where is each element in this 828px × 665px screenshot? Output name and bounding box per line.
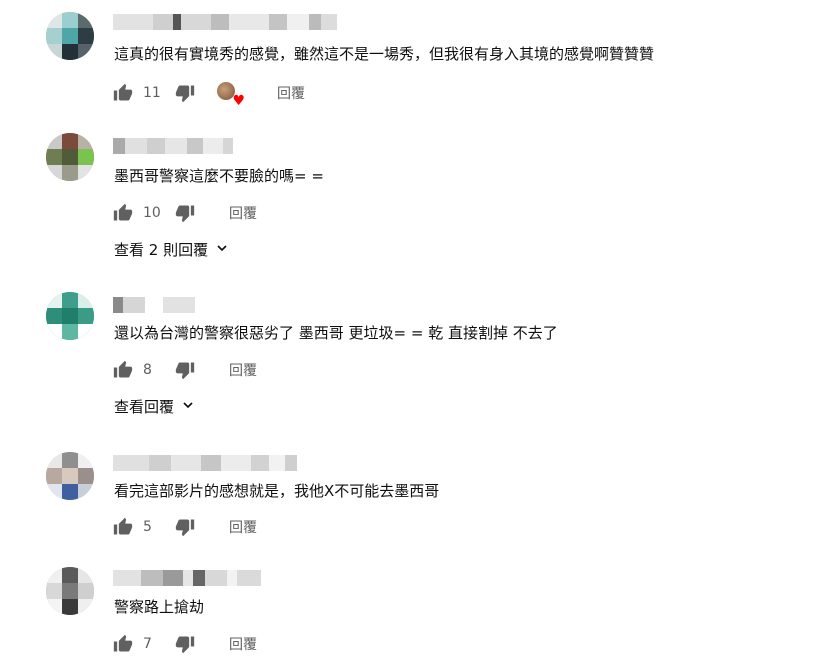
comment-text: 墨西哥警察這麼不要臉的嗎= = [114,167,324,185]
reply-button[interactable]: 回覆 [277,83,305,103]
reply-button[interactable]: 回覆 [229,634,257,654]
like-count: 8 [143,362,152,378]
reply-button[interactable]: 回覆 [229,360,257,380]
thumb-down-icon[interactable] [175,203,195,223]
author-name-blurred[interactable] [113,14,337,30]
thumb-up-icon[interactable] [113,634,133,654]
comment-actions: 11 ♥ 回覆 [113,81,305,108]
avatar[interactable] [46,567,94,615]
chevron-down-icon [214,240,230,260]
chevron-down-icon [180,397,196,417]
thumb-up-icon[interactable] [113,83,133,103]
author-name-blurred[interactable] [113,138,233,154]
avatar[interactable] [46,292,94,340]
view-replies-label: 查看回覆 [114,398,175,416]
comment-text: 還以為台灣的警察很惡劣了 墨西哥 更垃圾= = 乾 直接割掉 不去了 [114,324,558,342]
reply-button[interactable]: 回覆 [229,517,257,537]
thumb-down-icon[interactable] [175,360,195,380]
author-name-blurred[interactable] [113,455,297,471]
comment-actions: 7 回覆 [113,632,257,656]
like-count: 10 [143,205,161,221]
author-name-blurred[interactable] [113,297,195,313]
avatar[interactable] [46,12,94,60]
comment-actions: 8 回覆 [113,358,257,382]
thumb-up-icon[interactable] [113,360,133,380]
reply-button[interactable]: 回覆 [229,203,257,223]
thumb-up-icon[interactable] [113,203,133,223]
thumb-up-icon[interactable] [113,517,133,537]
like-count: 5 [143,519,152,535]
comment-text: 看完這部影片的感想就是，我他X不可能去墨西哥 [114,482,440,500]
thumb-down-icon[interactable] [175,83,195,103]
view-replies-label: 查看 2 則回覆 [114,241,209,259]
thumb-down-icon[interactable] [175,634,195,654]
view-replies-button[interactable]: 查看回覆 [114,396,196,417]
avatar[interactable] [46,452,94,500]
comment-actions: 5 回覆 [113,515,257,539]
comment-text: 這真的很有實境秀的感覺，雖然這不是一場秀，但我很有身入其境的感覺啊贊贊贊 [114,45,655,63]
like-count: 7 [143,636,152,652]
heart-icon: ♥ [232,93,245,109]
avatar[interactable] [46,133,94,181]
author-name-blurred[interactable] [113,570,261,586]
creator-heart: ♥ [217,82,245,108]
view-replies-button[interactable]: 查看 2 則回覆 [114,239,230,260]
comment-actions: 10 回覆 [113,201,257,225]
thumb-down-icon[interactable] [175,517,195,537]
like-count: 11 [143,85,161,101]
comment-text: 警察路上搶劫 [114,598,205,616]
